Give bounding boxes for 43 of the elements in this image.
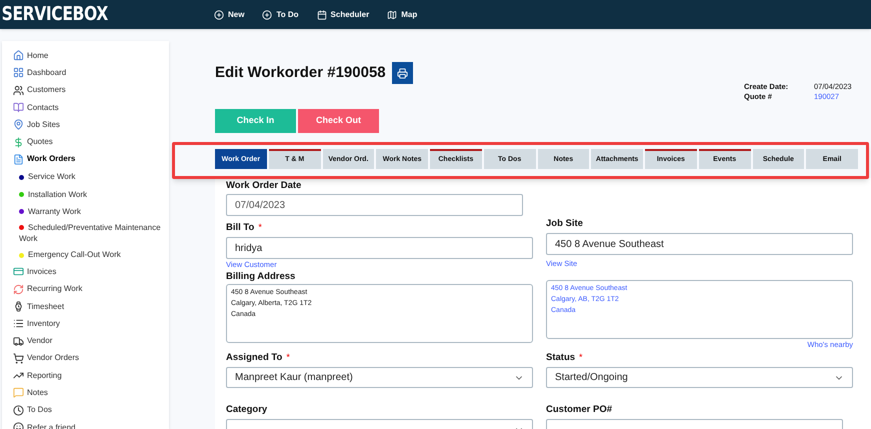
sidebar-item[interactable]: Notes: [13, 384, 48, 402]
sidebar-item[interactable]: Timesheet: [13, 298, 64, 316]
field-label: Assigned To: [226, 350, 282, 365]
sidebar-item[interactable]: Work Orders: [13, 150, 76, 168]
page-title: Edit Workorder #190058: [215, 62, 386, 83]
nav-button[interactable]: Scheduler: [316, 8, 370, 20]
sidebar-item[interactable]: To Dos: [13, 402, 52, 419]
required-mark: *: [258, 221, 262, 234]
field-label: Bill To: [226, 220, 254, 235]
select-field[interactable]: Manpreet Kaur (manpreet): [226, 367, 533, 388]
input-field[interactable]: 450 8 Avenue Southeast: [546, 233, 853, 255]
input-field[interactable]: hridya: [226, 237, 533, 259]
field-label: Customer PO#: [546, 402, 612, 417]
sidebar-item[interactable]: Quotes: [13, 133, 53, 151]
field-label: Status: [546, 350, 576, 365]
sidebar-item[interactable]: Invoices: [13, 263, 56, 281]
sidebar-item[interactable]: Customers: [13, 82, 66, 99]
sidebar-item[interactable]: Reporting: [13, 367, 62, 384]
sidebar-item[interactable]: Vendor Orders: [13, 350, 80, 368]
nav-button[interactable]: To Do: [262, 8, 299, 20]
field-label: Billing Address: [226, 270, 296, 284]
sidebar-item[interactable]: Contacts: [13, 98, 59, 116]
field-label: Category: [226, 402, 268, 417]
sidebar-item[interactable]: Dashboard: [13, 64, 66, 82]
field-label: Job Site: [546, 216, 583, 231]
required-mark: *: [286, 351, 290, 364]
sidebar-subitem[interactable]: Warranty Work: [13, 202, 85, 220]
sidebar-subitem[interactable]: Emergency Call-Out Work: [13, 246, 125, 264]
select-field[interactable]: Started/Ongoing: [546, 367, 853, 388]
sidebar-item[interactable]: Inventory: [13, 315, 60, 332]
input-field[interactable]: 07/04/2023: [226, 194, 523, 216]
field-label: Work Order Date: [226, 178, 302, 193]
sidebar-item[interactable]: Recurring Work: [13, 280, 82, 298]
nav-button[interactable]: Map: [387, 8, 418, 20]
nav-button[interactable]: New: [214, 8, 244, 20]
sidebar-subitem[interactable]: Scheduled/Preventative Maintenance Work: [13, 220, 169, 246]
logo: SERVICEBOX: [0, 2, 109, 28]
sidebar-item[interactable]: Vendor: [13, 332, 52, 350]
sidebar-subitem[interactable]: Installation Work: [13, 185, 91, 203]
required-mark: *: [579, 351, 583, 364]
sidebar-item[interactable]: Job Sites: [13, 116, 60, 134]
sidebar-subitem[interactable]: Service Work: [13, 168, 80, 186]
sidebar-item[interactable]: Home: [13, 47, 48, 64]
